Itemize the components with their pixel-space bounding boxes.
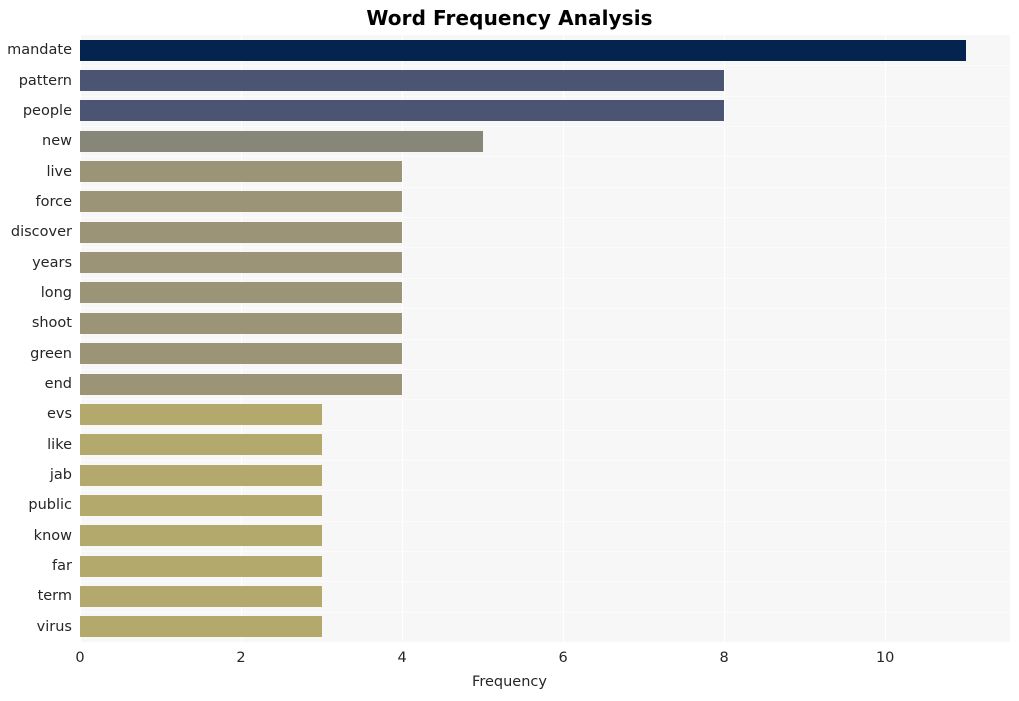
y-tick-label: virus [36, 618, 72, 635]
y-tick-label: evs [46, 406, 72, 423]
bar [80, 282, 403, 304]
gridline-vertical [80, 35, 81, 642]
x-tick-label: 2 [236, 650, 246, 666]
bar [80, 616, 322, 638]
y-tick-label: public [28, 497, 72, 514]
y-tick-label: mandate [7, 42, 72, 59]
gridline-horizontal [80, 520, 1010, 522]
y-tick-label: far [52, 558, 72, 575]
y-tick-label: green [30, 345, 72, 362]
y-tick-label: end [44, 376, 72, 393]
y-tick-label: discover [10, 224, 72, 241]
bar [80, 464, 322, 486]
gridline-horizontal [80, 581, 1010, 583]
gridline-vertical [241, 35, 243, 642]
gridline-horizontal [80, 338, 1010, 340]
chart-title: Word Frequency Analysis [366, 6, 653, 30]
gridline-horizontal [80, 459, 1010, 461]
x-axis-label: Frequency [472, 674, 547, 690]
y-tick-label: new [42, 133, 72, 150]
y-tick-label: pattern [18, 72, 72, 89]
bar [80, 555, 322, 577]
gridline-horizontal [80, 186, 1010, 188]
bar [80, 343, 403, 365]
gridline-horizontal [80, 490, 1010, 492]
gridline-vertical [724, 35, 726, 642]
gridline-horizontal [80, 399, 1010, 401]
y-tick-label: know [33, 527, 72, 544]
bar [80, 191, 403, 213]
bar [80, 525, 322, 547]
gridline-horizontal [80, 611, 1010, 613]
x-tick-label: 10 [875, 650, 895, 666]
bar [80, 403, 322, 425]
y-tick-label: shoot [31, 315, 72, 332]
y-tick-label: like [47, 436, 72, 453]
bar [80, 39, 966, 61]
x-tick-label: 4 [397, 650, 407, 666]
gridline-vertical [402, 35, 404, 642]
plot-area [80, 35, 1010, 642]
x-tick-label: 8 [719, 650, 729, 666]
y-tick-label: years [32, 254, 72, 271]
bar [80, 434, 322, 456]
gridline-horizontal [80, 277, 1010, 279]
gridline-horizontal [80, 550, 1010, 552]
bar [80, 221, 403, 243]
gridline-horizontal [80, 65, 1010, 67]
gridline-horizontal [80, 308, 1010, 310]
gridline-horizontal [80, 217, 1010, 219]
gridline-horizontal [80, 368, 1010, 370]
gridline-horizontal [80, 95, 1010, 97]
bar [80, 130, 483, 152]
bar [80, 100, 725, 122]
y-tick-label: people [22, 102, 72, 119]
gridline-horizontal [80, 429, 1010, 431]
gridline-vertical [885, 35, 887, 642]
bar [80, 70, 725, 92]
gridline-horizontal [80, 156, 1010, 158]
y-tick-label: force [35, 193, 72, 210]
chart-figure: Word Frequency Analysis mandate pattern pe… [0, 0, 1019, 701]
bar [80, 252, 403, 274]
bar [80, 585, 322, 607]
bar [80, 373, 403, 395]
y-tick-label: term [37, 588, 72, 605]
y-tick-label: long [40, 284, 72, 301]
bar [80, 312, 403, 334]
bar [80, 494, 322, 516]
gridline-horizontal [80, 126, 1010, 128]
bar [80, 161, 403, 183]
gridline-vertical [563, 35, 565, 642]
x-tick-label: 0 [75, 650, 85, 666]
y-tick-label: live [46, 163, 72, 180]
y-tick-label: jab [49, 467, 72, 484]
gridline-horizontal [80, 247, 1010, 249]
x-tick-label: 6 [558, 650, 568, 666]
